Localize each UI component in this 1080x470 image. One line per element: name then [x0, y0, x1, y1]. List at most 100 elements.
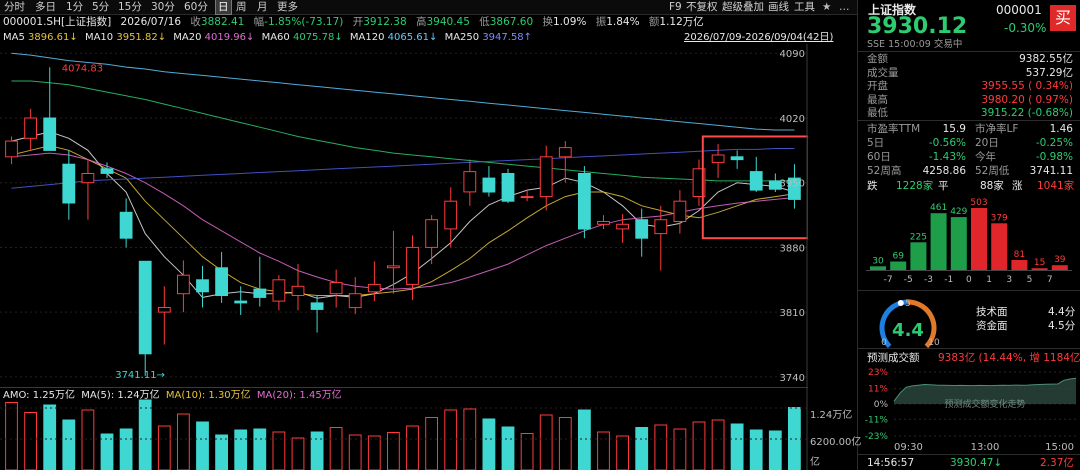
- adjust-button[interactable]: 不复权: [686, 0, 718, 14]
- security-code: 000001.SH[上证指数]: [3, 16, 112, 28]
- ma-line-ma120: [11, 52, 795, 131]
- tab-daily[interactable]: 日: [215, 0, 232, 15]
- candle[interactable]: [406, 235, 419, 301]
- candle[interactable]: [62, 150, 76, 220]
- low-label: 低: [479, 16, 490, 28]
- candle[interactable]: [558, 141, 572, 183]
- candle[interactable]: [329, 269, 343, 308]
- ma20-value: 4019.96↓: [204, 32, 255, 43]
- f9-button[interactable]: F9: [669, 0, 682, 14]
- candle[interactable]: [616, 214, 630, 243]
- candle[interactable]: [597, 215, 610, 229]
- candle[interactable]: [81, 159, 95, 220]
- candle[interactable]: [5, 136, 18, 165]
- candle-body: [387, 265, 400, 269]
- candle[interactable]: [730, 150, 744, 169]
- candle[interactable]: [157, 286, 171, 345]
- volume-bar: [616, 435, 630, 470]
- tab-15min[interactable]: 15分: [118, 0, 142, 14]
- tab-5min[interactable]: 5分: [92, 0, 109, 14]
- quote-row-label: 金额: [867, 53, 888, 65]
- candle[interactable]: [749, 156, 763, 192]
- dist-x-label: 5: [1027, 275, 1033, 285]
- candle[interactable]: [196, 265, 209, 308]
- d5-value: -0.56%: [928, 137, 966, 149]
- candle[interactable]: [482, 166, 496, 197]
- more-icon[interactable]: …: [839, 0, 850, 14]
- candle[interactable]: [501, 168, 515, 204]
- candle[interactable]: [463, 159, 477, 206]
- candle[interactable]: [177, 260, 190, 313]
- candle-body: [673, 200, 687, 222]
- forecast-watermark: 预测成交额变化走势: [944, 398, 1025, 410]
- dist-x-label: 1: [986, 275, 992, 285]
- tab-multi-day[interactable]: 多日: [35, 0, 56, 14]
- star-icon[interactable]: ★: [822, 0, 831, 14]
- hi52-value: 4258.86: [922, 165, 966, 177]
- candle[interactable]: [138, 260, 152, 376]
- high-value: 3940.45: [426, 16, 470, 28]
- candle[interactable]: [234, 286, 248, 315]
- dist-x-label: 7: [1047, 275, 1053, 285]
- up-label: 涨: [1012, 180, 1023, 192]
- pct-change: -0.30%: [1004, 21, 1047, 35]
- candle-body: [501, 173, 515, 202]
- tick-volume: 2.37亿: [1040, 457, 1074, 469]
- candle[interactable]: [578, 166, 591, 239]
- candle-body: [177, 274, 190, 295]
- candle[interactable]: [215, 252, 228, 303]
- volume-bar: [196, 421, 209, 470]
- dist-count-label: 429: [950, 207, 967, 217]
- tab-1min[interactable]: 1分: [66, 0, 83, 14]
- volume-bar: [406, 425, 419, 470]
- candle[interactable]: [367, 261, 381, 302]
- volume-bar: [272, 431, 286, 470]
- candle[interactable]: [348, 277, 362, 315]
- volume-bar: [157, 425, 171, 470]
- candle[interactable]: [253, 256, 267, 307]
- forecast-y-label: 11%: [868, 385, 888, 395]
- candle[interactable]: [43, 67, 57, 151]
- d60-label: 60日: [867, 151, 891, 163]
- candle[interactable]: [635, 208, 649, 257]
- volume-bar: [367, 435, 381, 470]
- tab-more[interactable]: 更多: [277, 0, 298, 14]
- y-tick-label: 4090: [780, 49, 805, 60]
- candle-body: [5, 140, 18, 158]
- candlestick-chart[interactable]: 4074.83 3741.11→ 4090 4020 3950 3880 3810 3740: [0, 44, 808, 388]
- tab-intraday[interactable]: 分时: [4, 0, 25, 14]
- candle[interactable]: [673, 190, 687, 234]
- candle[interactable]: [291, 264, 305, 311]
- candle[interactable]: [119, 198, 133, 248]
- forecast-chart: 23% 11% 0% -11% -23% 预测成交额变化走势 09:30 13:00 15:00: [865, 368, 1077, 453]
- volume-bar: [81, 409, 95, 470]
- tab-weekly[interactable]: 周: [236, 0, 247, 14]
- candle[interactable]: [425, 215, 439, 265]
- change-label: 幅: [253, 16, 265, 28]
- up-count: 1041家: [1037, 180, 1075, 192]
- overlay-button[interactable]: 超级叠加: [722, 0, 764, 14]
- forecast-y-label: 0%: [874, 400, 889, 410]
- ma5-label: MA5: [3, 32, 25, 43]
- flat-count: 88家: [980, 180, 1004, 192]
- candle[interactable]: [272, 275, 286, 311]
- candle[interactable]: [711, 143, 725, 179]
- buy-button[interactable]: 买: [1050, 5, 1076, 31]
- forecast-y-label: 23%: [868, 368, 888, 378]
- candle-body: [234, 300, 248, 304]
- tab-30min[interactable]: 30分: [151, 0, 175, 14]
- tab-60min[interactable]: 60分: [184, 0, 208, 14]
- candle[interactable]: [387, 230, 400, 294]
- tab-monthly[interactable]: 月: [257, 0, 268, 14]
- tools-button[interactable]: 工具: [794, 0, 815, 14]
- turnover-label: 换: [542, 16, 554, 28]
- exchange-status: SSE 15:00:09 交易中: [867, 38, 962, 52]
- candle[interactable]: [24, 108, 38, 151]
- dist-bar: [910, 242, 927, 270]
- volume-bar: [768, 430, 782, 470]
- volume-bar: [119, 428, 133, 470]
- candle-body: [329, 282, 343, 295]
- candle[interactable]: [539, 145, 553, 211]
- candle[interactable]: [310, 295, 324, 333]
- draw-line-button[interactable]: 画线: [768, 0, 789, 14]
